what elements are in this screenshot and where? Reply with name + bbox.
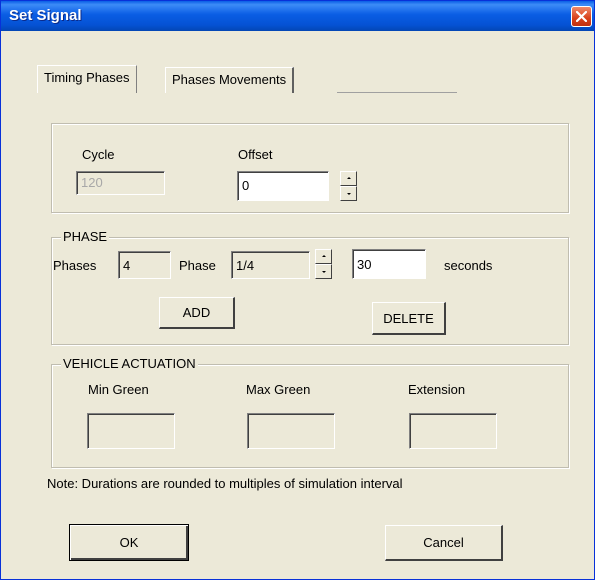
add-phase-button[interactable]: ADD: [159, 297, 235, 329]
extension-label: Extension: [408, 382, 466, 397]
title-bar[interactable]: Set Signal: [1, 1, 594, 31]
window-title: Set Signal: [9, 7, 82, 24]
cycle-field: 120: [76, 171, 165, 195]
max-green-field[interactable]: [247, 413, 335, 449]
phase-group-label: PHASE: [61, 229, 110, 244]
ok-button[interactable]: OK: [69, 524, 189, 561]
set-signal-dialog: Set Signal Timing Phases Phases Movement…: [0, 0, 595, 580]
tab-timing-phases-label: Timing Phases: [44, 70, 130, 85]
offset-input[interactable]: 0: [237, 171, 329, 201]
delete-phase-button[interactable]: DELETE: [372, 302, 446, 335]
offset-spin-down[interactable]: [340, 186, 357, 201]
arrow-down-icon: [347, 193, 351, 195]
vehicle-actuation-group-label: VEHICLE ACTUATION: [61, 356, 198, 371]
extension-field[interactable]: [409, 413, 497, 449]
seconds-label: seconds: [444, 258, 493, 273]
tab-phases-movements[interactable]: Phases Movements: [165, 67, 295, 93]
phases-count-field: 4: [118, 251, 171, 279]
cancel-button[interactable]: Cancel: [385, 525, 503, 561]
note-text: Note: Durations are rounded to multiples…: [47, 476, 403, 491]
phase-spin-down[interactable]: [315, 264, 332, 279]
arrow-up-icon: [347, 177, 351, 179]
phase-spin-up[interactable]: [315, 249, 332, 264]
tab-timing-phases[interactable]: Timing Phases: [37, 65, 137, 93]
max-green-label: Max Green: [246, 382, 311, 397]
phase-select-field[interactable]: 1/4: [231, 251, 310, 279]
offset-label: Offset: [238, 147, 273, 162]
phase-duration-input[interactable]: 30: [352, 249, 426, 279]
arrow-up-icon: [322, 255, 326, 257]
close-button[interactable]: [571, 6, 592, 27]
phases-label: Phases: [53, 258, 97, 273]
offset-spin-up[interactable]: [340, 171, 357, 186]
phase-label: Phase: [179, 258, 216, 273]
arrow-down-icon: [322, 271, 326, 273]
close-icon: [576, 11, 587, 22]
tab-phases-movements-label: Phases Movements: [172, 72, 287, 87]
min-green-field[interactable]: [87, 413, 175, 449]
cycle-label: Cycle: [82, 147, 115, 162]
min-green-label: Min Green: [88, 382, 149, 397]
tab-strip-line: [337, 92, 457, 93]
